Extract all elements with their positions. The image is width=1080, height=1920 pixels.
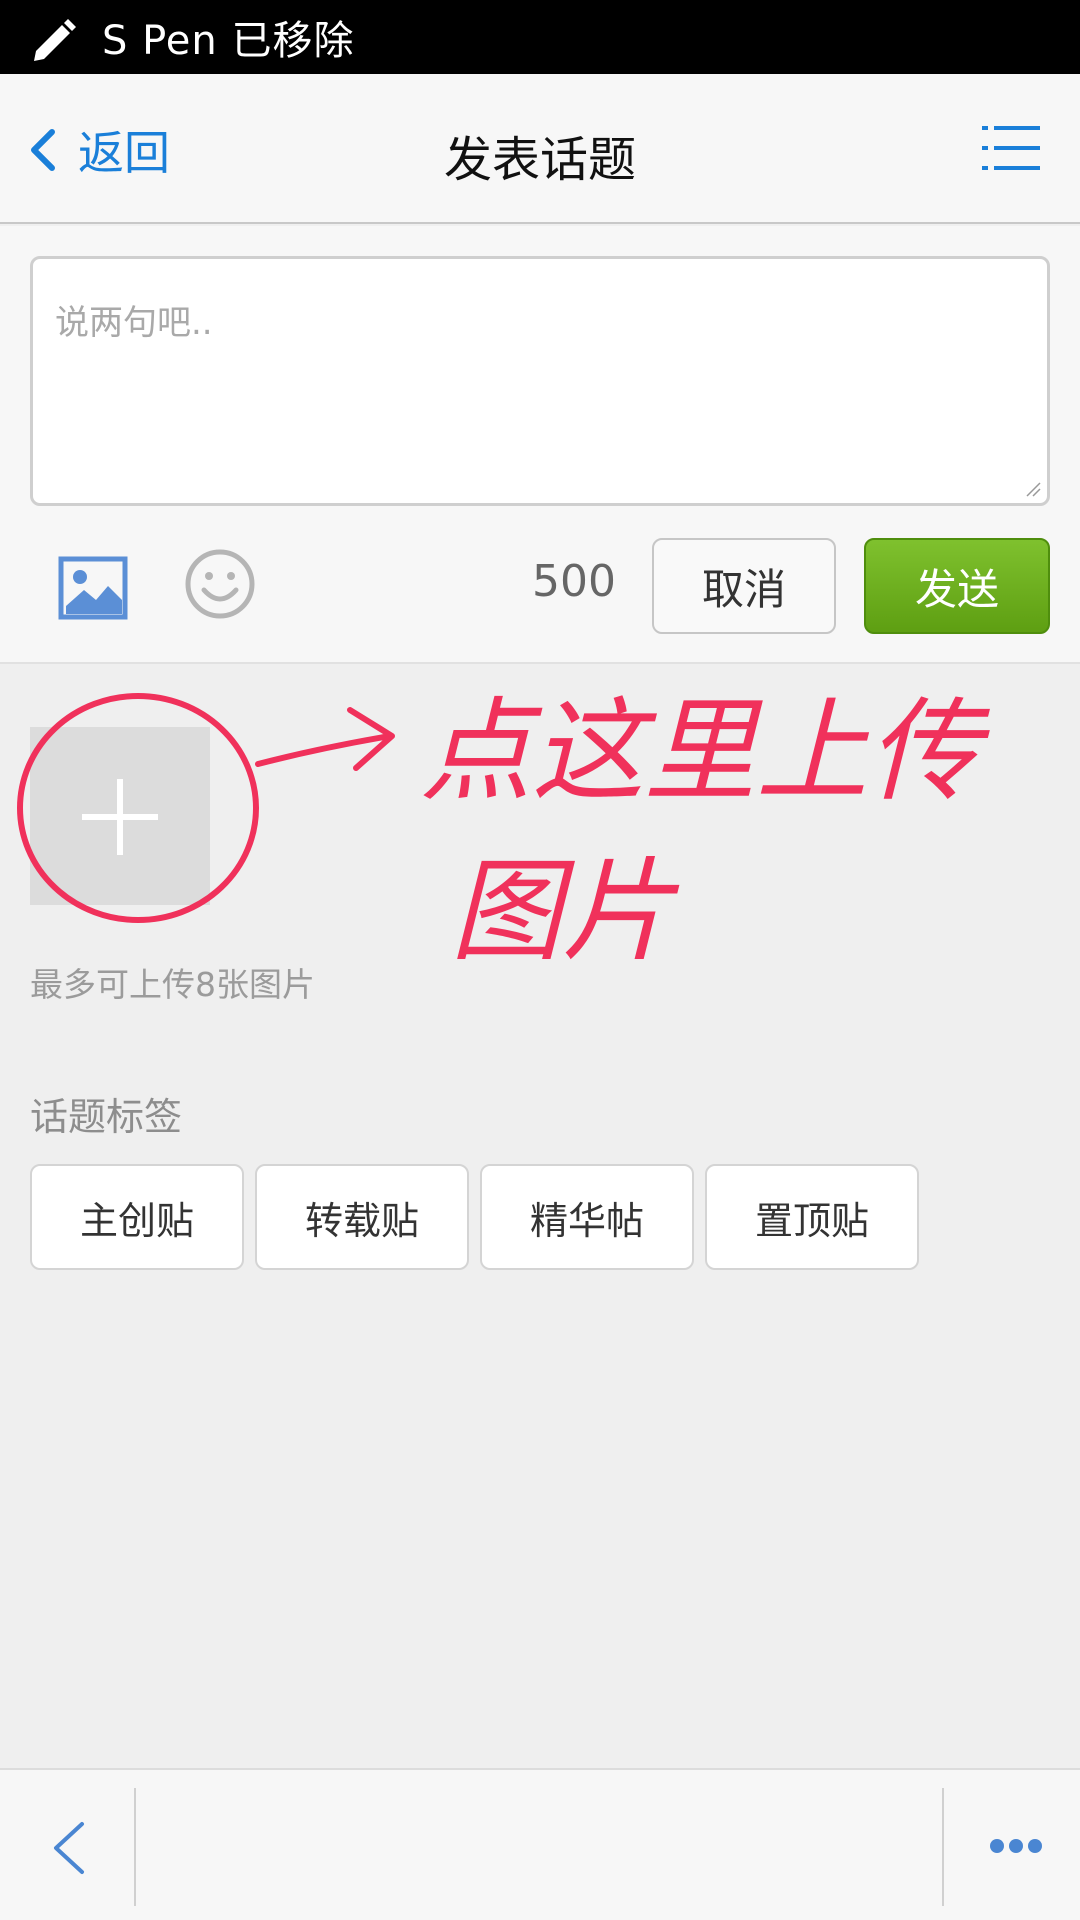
emoji-icon[interactable]	[184, 548, 256, 620]
toolbar-divider	[942, 1788, 944, 1906]
list-menu-icon[interactable]	[982, 124, 1040, 172]
annotation-arrowhead	[347, 707, 395, 771]
char-counter: 500	[532, 556, 616, 607]
pen-icon	[34, 19, 76, 61]
add-image-button[interactable]	[30, 727, 210, 905]
status-text: S Pen 已移除	[102, 18, 355, 64]
tag-pinned[interactable]: 置顶贴	[705, 1164, 919, 1270]
tags-title: 话题标签	[30, 1095, 183, 1139]
plus-icon	[82, 779, 158, 855]
send-button[interactable]: 发送	[864, 538, 1050, 634]
textarea-placeholder: 说两句吧..	[55, 303, 213, 343]
more-dots-icon[interactable]	[990, 1838, 1042, 1854]
chevron-left-icon[interactable]	[50, 1820, 90, 1876]
tag-featured[interactable]: 精华帖	[480, 1164, 694, 1270]
page-title: 发表话题	[443, 132, 636, 188]
upload-hint: 最多可上传8张图片	[30, 965, 315, 1004]
content-textarea[interactable]: 说两句吧..	[30, 256, 1050, 506]
annotation-arrow	[255, 733, 393, 767]
toolbar-divider	[134, 1788, 136, 1906]
nav-bar: 返回 发表话题	[0, 74, 1080, 224]
resize-grip-icon[interactable]	[1025, 481, 1041, 497]
cancel-button[interactable]: 取消	[652, 538, 836, 634]
compose-area: 说两句吧.. 500 取消 发送	[0, 226, 1080, 664]
annotation-line2: 图片	[450, 847, 680, 977]
bottom-toolbar	[0, 1768, 1080, 1920]
tag-repost[interactable]: 转载贴	[255, 1164, 469, 1270]
tag-original[interactable]: 主创贴	[30, 1164, 244, 1270]
status-bar: S Pen 已移除	[0, 0, 1080, 74]
image-icon[interactable]	[58, 556, 128, 620]
annotation-line1: 点这里上传	[420, 687, 990, 817]
